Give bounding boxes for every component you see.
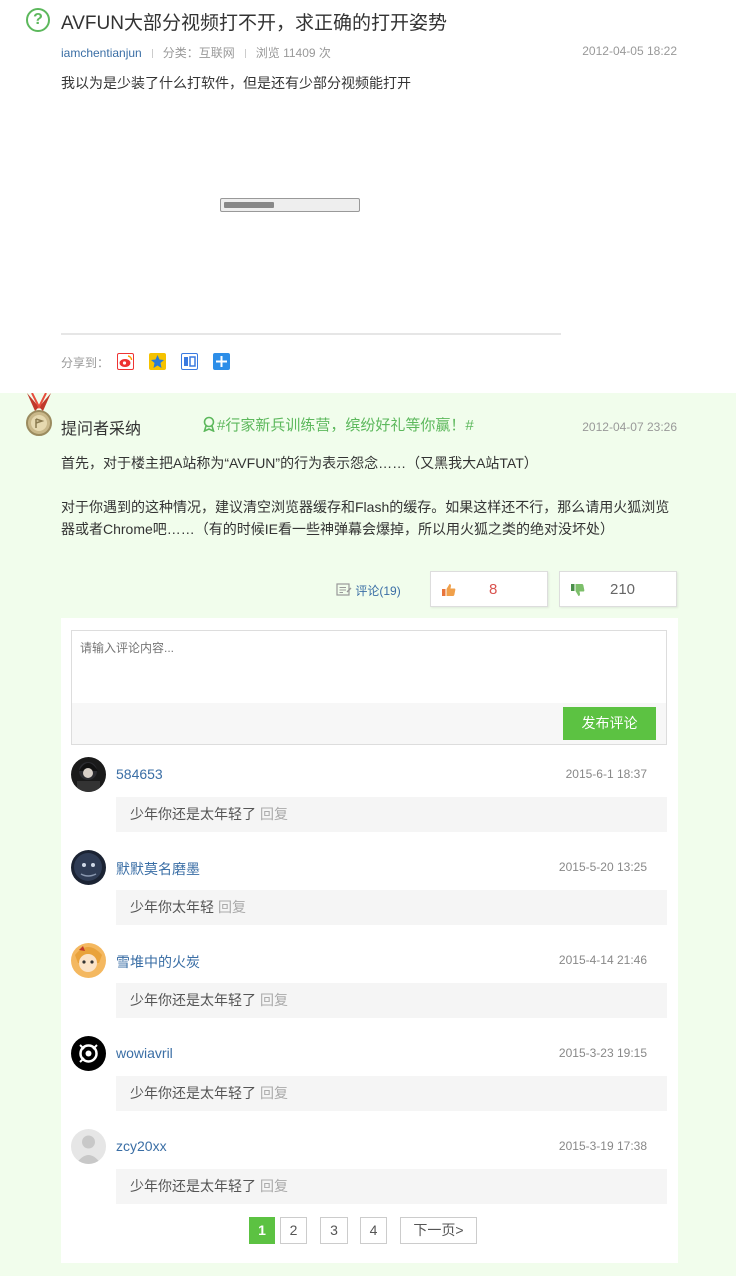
share-label: 分享到： xyxy=(61,356,110,370)
award-icon xyxy=(203,416,215,433)
avatar[interactable] xyxy=(71,1036,106,1071)
comment-input[interactable] xyxy=(72,631,666,703)
question-body: 我以为是少装了什么打软件，但是还有少部分视频能打开 xyxy=(61,75,411,91)
meta-divider xyxy=(151,49,153,59)
comment-username[interactable]: 雪堆中的火炭 xyxy=(116,952,200,972)
comment-content: 少年你还是太年轻了 回复 xyxy=(116,797,667,832)
upvote-button[interactable]: 8 xyxy=(430,571,548,607)
answer-body: 首先，对于楼主把A站称为“AVFUN”的行为表示怨念……（又黑我大A站TAT） … xyxy=(61,452,681,562)
thumbs-up-icon xyxy=(442,584,456,596)
comment-text: 少年你还是太年轻了 xyxy=(130,992,256,1008)
thumbs-down-icon xyxy=(571,584,585,596)
comment-content: 少年你还是太年轻了 回复 xyxy=(116,1076,667,1111)
question-icon: ? xyxy=(26,8,50,32)
comment-icon xyxy=(336,583,352,596)
answer-paragraph: 首先，对于楼主把A站称为“AVFUN”的行为表示怨念……（又黑我大A站TAT） xyxy=(61,455,538,471)
avatar[interactable] xyxy=(71,1129,106,1164)
reply-link[interactable]: 回复 xyxy=(260,1085,288,1101)
downvote-count: 210 xyxy=(610,581,636,598)
promo-link[interactable]: #行家新兵训练营，缤纷好礼等你赢！# xyxy=(201,414,474,435)
comment-text: 少年你还是太年轻了 xyxy=(130,1178,256,1194)
comment-date: 2015-3-23 19:15 xyxy=(558,1046,647,1060)
comment-text: 少年你太年轻 xyxy=(130,899,214,915)
answer-paragraph: 对于你遇到的这种情况，建议清空浏览器缓存和Flash的缓存。如果这样还不行，那么… xyxy=(61,499,670,537)
next-page-button[interactable]: 下一页> xyxy=(400,1217,477,1244)
comment-text: 少年你还是太年轻了 xyxy=(130,1085,256,1101)
publish-comment-button[interactable]: 发布评论 xyxy=(563,707,656,740)
downvote-button[interactable]: 210 xyxy=(559,571,677,607)
reply-link[interactable]: 回复 xyxy=(260,1178,288,1194)
comment-username[interactable]: 默默莫名磨墨 xyxy=(116,859,200,879)
reply-link[interactable]: 回复 xyxy=(218,899,246,915)
answer-date: 2012-04-07 23:26 xyxy=(582,420,677,434)
comment-date: 2015-6-1 18:37 xyxy=(565,767,647,781)
comment-count-link[interactable]: 评论(19) xyxy=(336,582,401,599)
flash-loading-bar xyxy=(220,198,360,212)
meta-divider xyxy=(244,49,246,59)
comment-username[interactable]: 584653 xyxy=(116,766,163,782)
comment-date: 2015-5-20 13:25 xyxy=(558,860,647,874)
page-4-button[interactable]: 4 xyxy=(360,1217,387,1244)
comment-content: 少年你还是太年轻了 回复 xyxy=(116,1169,667,1204)
tieba-icon[interactable] xyxy=(181,353,198,370)
comment-count-label: 评论(19) xyxy=(355,584,401,598)
comment-date: 2015-3-19 17:38 xyxy=(558,1139,647,1153)
flash-loading-fill xyxy=(224,202,274,208)
upvote-count: 8 xyxy=(489,581,498,598)
avatar[interactable] xyxy=(71,757,106,792)
adopted-answer-label: 提问者采纳 xyxy=(61,421,142,438)
avatar[interactable] xyxy=(71,943,106,978)
more-share-icon[interactable] xyxy=(213,353,230,370)
comment-content: 少年你太年轻 回复 xyxy=(116,890,667,925)
comment-date: 2015-4-14 21:46 xyxy=(558,953,647,967)
question-meta: iamchentianjun 分类：互联网 浏览 11409 次 xyxy=(61,44,331,61)
comment-content: 少年你还是太年轻了 回复 xyxy=(116,983,667,1018)
question-category[interactable]: 分类：互联网 xyxy=(163,46,235,60)
comment-username[interactable]: zcy20xx xyxy=(116,1138,167,1154)
question-date: 2012-04-05 18:22 xyxy=(582,44,677,58)
avatar[interactable] xyxy=(71,850,106,885)
reply-link[interactable]: 回复 xyxy=(260,806,288,822)
medal-icon xyxy=(26,393,52,436)
question-views: 浏览 11409 次 xyxy=(255,46,331,60)
page-3-button[interactable]: 3 xyxy=(320,1217,348,1244)
qzone-icon[interactable] xyxy=(149,353,166,370)
comment-username[interactable]: wowiavril xyxy=(116,1045,173,1061)
promo-text: #行家新兵训练营，缤纷好礼等你赢！# xyxy=(217,417,474,434)
question-author-link[interactable]: iamchentianjun xyxy=(61,46,142,60)
reply-link[interactable]: 回复 xyxy=(260,992,288,1008)
page-1-button[interactable]: 1 xyxy=(249,1217,275,1244)
question-divider xyxy=(61,333,561,335)
page-2-button[interactable]: 2 xyxy=(280,1217,307,1244)
comment-text: 少年你还是太年轻了 xyxy=(130,806,256,822)
question-title: AVFUN大部分视频打不开，求正确的打开姿势 xyxy=(61,13,447,34)
weibo-icon[interactable] xyxy=(117,353,134,370)
